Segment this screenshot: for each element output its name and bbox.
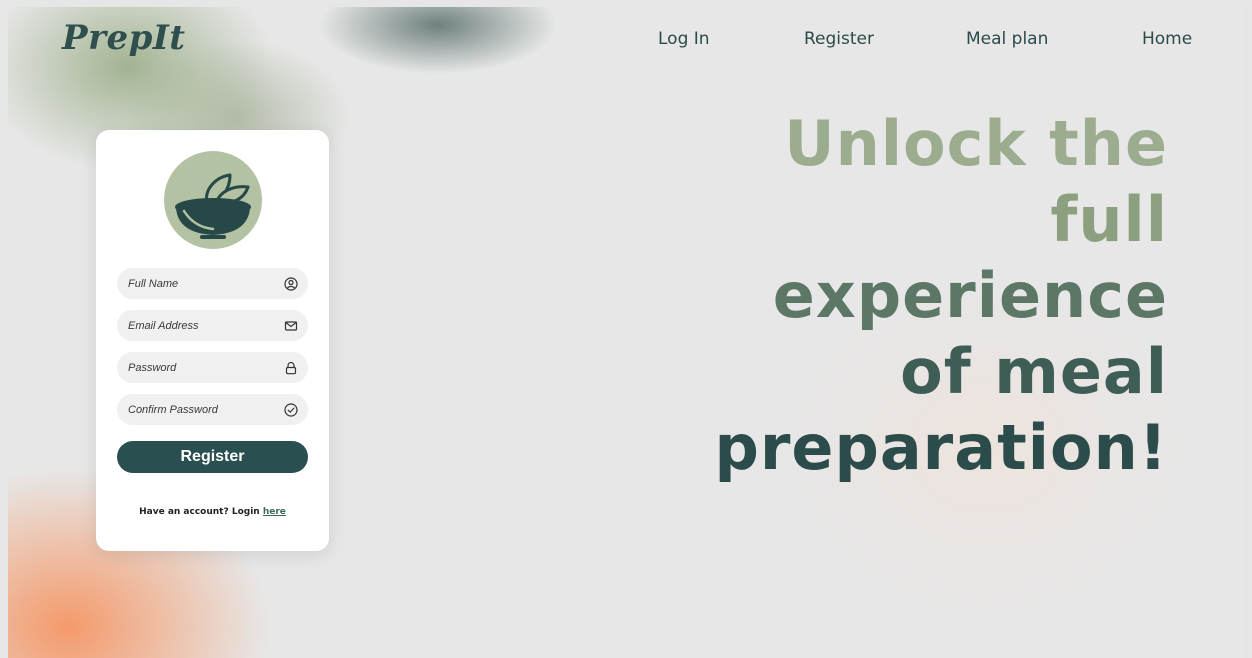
- email-input[interactable]: [128, 310, 278, 341]
- password-field: [117, 352, 308, 383]
- register-card: Register Have an account? Login here: [96, 130, 329, 551]
- hero-line: Unlock the: [784, 107, 1168, 180]
- mail-icon: [284, 318, 298, 332]
- user-circle-icon: [284, 276, 298, 291]
- top-navigation: Log In Register Meal plan Home: [0, 29, 1252, 53]
- hero-line: of meal: [900, 335, 1168, 408]
- login-here-link[interactable]: here: [263, 507, 286, 517]
- full-name-input[interactable]: [128, 268, 278, 299]
- nav-login-link[interactable]: Log In: [658, 29, 710, 49]
- hero-heading: Unlock the full experience of meal prepa…: [608, 106, 1168, 486]
- password-input[interactable]: [128, 352, 278, 383]
- lock-icon: [284, 360, 298, 375]
- login-prompt: Have an account? Login here: [96, 507, 329, 517]
- register-button[interactable]: Register: [117, 441, 308, 473]
- check-circle-icon: [284, 402, 298, 417]
- nav-register-link[interactable]: Register: [804, 29, 874, 49]
- bowl-logo-icon: [164, 151, 262, 249]
- hero-line: experience: [772, 259, 1168, 332]
- email-field: [117, 310, 308, 341]
- confirm-password-field: [117, 394, 308, 425]
- hero-line: full: [1050, 183, 1168, 256]
- nav-meal-plan-link[interactable]: Meal plan: [966, 29, 1048, 49]
- nav-home-link[interactable]: Home: [1142, 29, 1192, 49]
- hero-line: preparation!: [714, 411, 1168, 484]
- confirm-password-input[interactable]: [128, 394, 278, 425]
- login-prompt-text: Have an account? Login: [139, 507, 263, 517]
- full-name-field: [117, 268, 308, 299]
